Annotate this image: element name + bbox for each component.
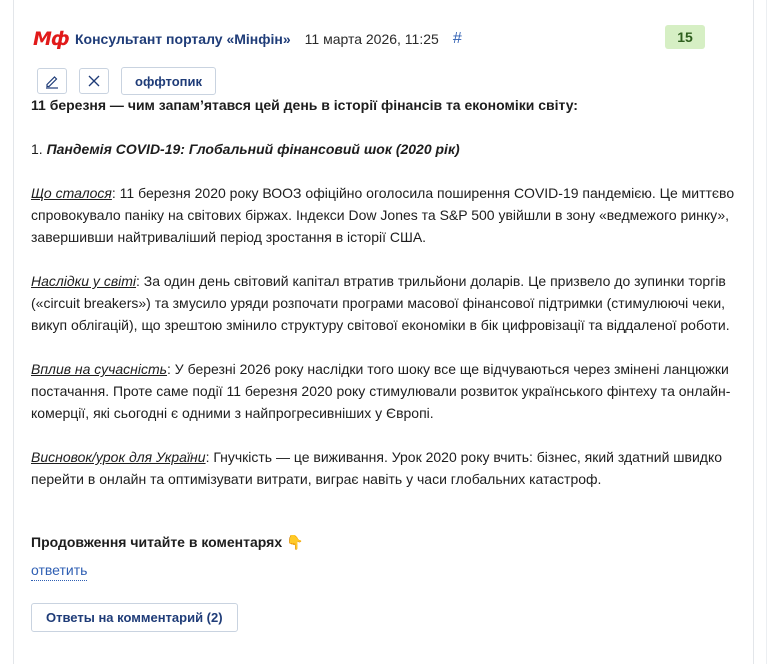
item-heading: 1. Пандемія COVID-19: Глобальний фінансо…: [31, 138, 743, 160]
paragraph-consequences: Наслідки у світі: За один день світовий …: [31, 270, 743, 336]
post-date: 11 марта 2026, 11:25: [304, 31, 439, 47]
reply-link[interactable]: ответить: [31, 560, 88, 581]
paragraph-conclusion: Висновок/урок для України: Гнучкість — ц…: [31, 446, 743, 490]
comment-toolbar: оффтопик: [37, 67, 217, 95]
item-title: Пандемія COVID-19: Глобальний фінансовий…: [46, 141, 460, 157]
paragraph-impact: Вплив на сучасність: У березні 2026 року…: [31, 358, 743, 424]
offtopic-tag-button[interactable]: оффтопик: [121, 67, 217, 95]
pencil-icon: [46, 76, 58, 89]
paragraph-label: Що сталося: [31, 185, 112, 201]
continue-note: Продовження читайте в коментарях 👇: [31, 534, 303, 551]
edit-button[interactable]: [37, 68, 67, 94]
paragraph-text: : За один день світовий капітал втратив …: [31, 273, 730, 333]
score-badge[interactable]: 15: [665, 25, 705, 49]
pointing-down-icon: 👇: [286, 534, 304, 550]
paragraph-text: : 11 березня 2020 року ВООЗ офіційно ого…: [31, 185, 735, 245]
comment-body: 11 березня — чим запам’ятався цей день в…: [31, 94, 743, 490]
minfin-logo: Мф: [33, 28, 70, 50]
comment-header: Мф Консультант порталу «Мінфін» 11 марта…: [33, 27, 462, 51]
permalink-hash[interactable]: #: [453, 30, 462, 48]
paragraph-label: Наслідки у світі: [31, 273, 137, 289]
paragraph-label: Вплив на сучасність: [31, 361, 168, 377]
replies-button[interactable]: Ответы на комментарий (2): [31, 603, 238, 632]
scrollbar-track[interactable]: [766, 0, 776, 664]
paragraph-what-happened: Що сталося: 11 березня 2020 року ВООЗ оф…: [31, 182, 743, 248]
paragraph-label: Висновок/урок для України: [31, 449, 206, 465]
item-number: 1.: [31, 141, 43, 157]
close-icon: [88, 75, 100, 87]
delete-button[interactable]: [79, 68, 109, 94]
author-link[interactable]: Консультант порталу «Мінфін»: [75, 31, 291, 47]
intro-heading: 11 березня — чим запам’ятався цей день в…: [31, 97, 578, 113]
continue-text: Продовження читайте в коментарях: [31, 534, 283, 550]
